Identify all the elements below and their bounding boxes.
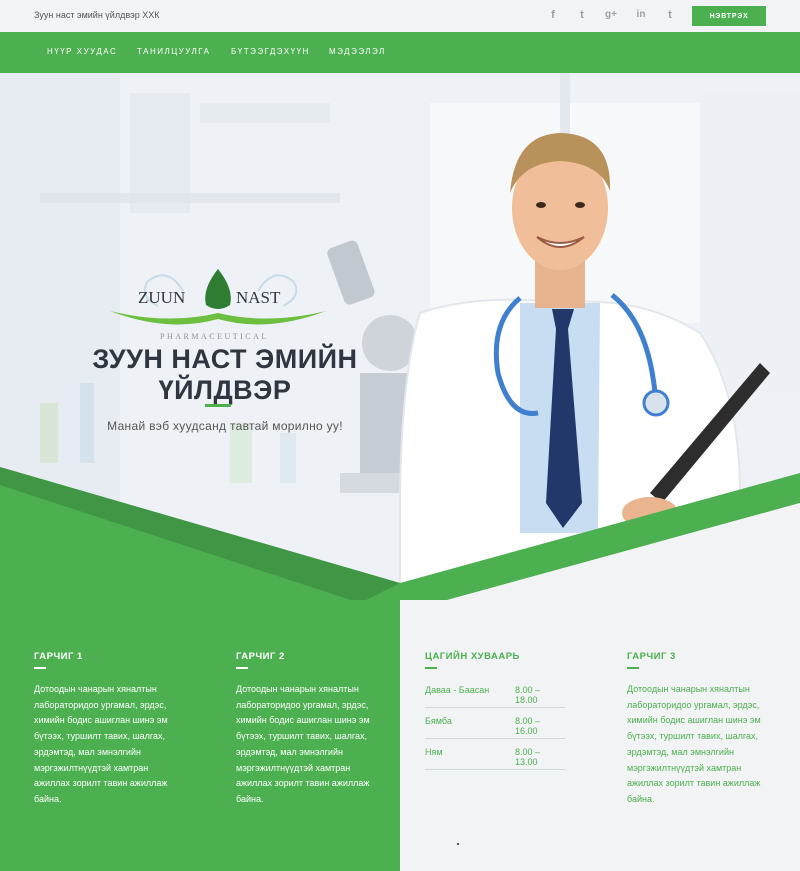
- schedule-day: Бямба: [425, 716, 452, 726]
- twitter-icon[interactable]: t: [575, 9, 589, 21]
- col2-underline: [236, 667, 248, 669]
- company-logo: ZUUN NAST PHARMACEUTICAL: [110, 269, 326, 341]
- logo-text-right: NAST: [236, 288, 281, 307]
- schedule-day: Ням: [425, 747, 443, 757]
- col3-text: Дотоодын чанарын хяналтын лабораторидоо …: [627, 684, 761, 804]
- schedule-time: 8.00 – 16.00: [515, 716, 541, 736]
- hero-title-line1: ЗУУН НАСТ ЭМИЙН: [92, 344, 358, 374]
- linkedin-icon[interactable]: in: [633, 9, 649, 20]
- nav-item-about[interactable]: ТАНИЛЦУУЛГА: [137, 47, 210, 56]
- decorative-dot: [457, 843, 459, 845]
- hero-background: [0, 73, 800, 613]
- google-plus-icon[interactable]: g+: [603, 9, 619, 20]
- company-name: Зуун наст эмийн үйлдвэр ХХК: [34, 10, 160, 20]
- schedule-underline: [425, 667, 437, 669]
- nav-item-home[interactable]: НҮҮР ХУУДАС: [47, 47, 117, 56]
- schedule-time: 8.00 – 18.00: [515, 685, 541, 705]
- col1-text: Дотоодын чанарын хяналтын лабораторидоо …: [34, 684, 168, 804]
- col1-heading: ГАРЧИГ 1: [34, 651, 83, 662]
- schedule-row: Даваа - Баасан 8.00 – 18.00: [425, 677, 565, 708]
- schedule-time: 8.00 – 13.00: [515, 747, 541, 767]
- schedule-row: Бямба 8.00 – 16.00: [425, 708, 565, 739]
- hero-title-line2: ҮЙЛДВЭР: [158, 375, 292, 405]
- top-bar: Зуун наст эмийн үйлдвэр ХХК f t g+ in t …: [0, 0, 800, 32]
- hero-banner: ZUUN NAST PHARMACEUTICAL ЗУУН НАСТ ЭМИЙН…: [0, 73, 800, 613]
- main-nav: НҮҮР ХУУДАС ТАНИЛЦУУЛГА БҮТЭЭГДЭХҮҮН МЭД…: [0, 32, 800, 73]
- title-underline: [205, 404, 231, 407]
- hero-subtitle: Манай вэб хуудсанд тавтай морилно уу!: [107, 419, 343, 433]
- col2-heading: ГАРЧИГ 2: [236, 651, 285, 662]
- col2-text: Дотоодын чанарын хяналтын лабораторидоо …: [236, 684, 370, 804]
- logo-subtext: PHARMACEUTICAL: [160, 332, 269, 341]
- nav-item-news[interactable]: МЭДЭЭЛЭЛ: [329, 47, 386, 56]
- schedule-day: Даваа - Баасан: [425, 685, 490, 695]
- schedule-heading: ЦАГИЙН ХУВААРЬ: [425, 651, 520, 662]
- facebook-icon[interactable]: f: [546, 9, 560, 21]
- nav-item-products[interactable]: БҮТЭЭГДЭХҮҮН: [231, 47, 310, 56]
- schedule-row: Ням 8.00 – 13.00: [425, 739, 565, 770]
- col3-heading: ГАРЧИГ 3: [627, 651, 676, 662]
- login-button[interactable]: НЭВТРЭХ: [692, 6, 766, 26]
- logo-text-left: ZUUN: [138, 288, 185, 307]
- tumblr-icon[interactable]: t: [663, 9, 677, 21]
- col1-underline: [34, 667, 46, 669]
- col3-underline: [627, 667, 639, 669]
- hero-title: ЗУУН НАСТ ЭМИЙН ҮЙЛДВЭР: [60, 344, 390, 406]
